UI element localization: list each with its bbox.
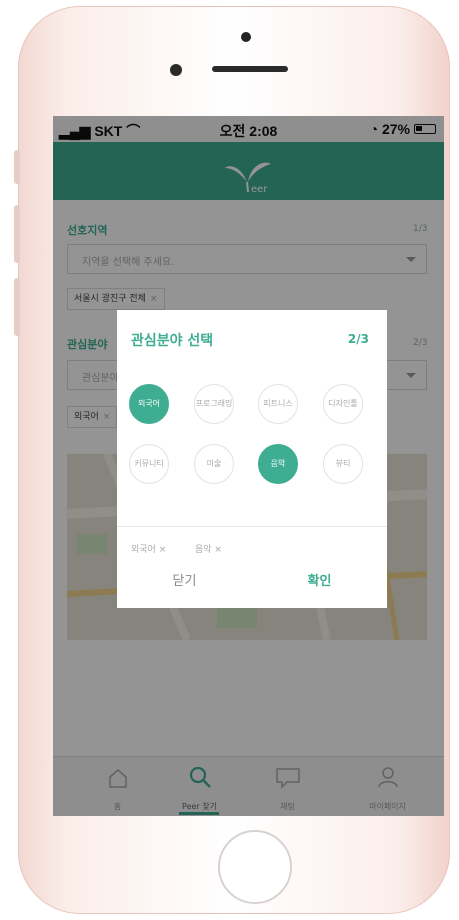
home-button[interactable]: [218, 830, 292, 904]
modal-title: 관심분야 선택: [131, 333, 214, 349]
interest-modal: 관심분야 선택 2/3 외국어 프로그래밍 피트니스 디자인툴 커뮤니티 미술 …: [117, 310, 387, 608]
earpiece-speaker: [212, 66, 288, 72]
option-6[interactable]: 음악: [258, 444, 298, 484]
option-4[interactable]: 커뮤니티: [129, 444, 169, 484]
confirm-button[interactable]: 확인: [252, 570, 387, 589]
selected-chip[interactable]: 음악 ×: [195, 542, 222, 555]
selected-chip[interactable]: 외국어 ×: [131, 542, 166, 555]
option-2[interactable]: 피트니스: [258, 384, 298, 424]
front-sensor: [241, 32, 251, 42]
close-button[interactable]: 닫기: [117, 570, 252, 589]
option-5[interactable]: 미술: [194, 444, 234, 484]
screen: ▂▄▆ SKT ⌒ 오전 2:08 ◔ 27% eer 선호지역 1/3 지역을…: [53, 116, 444, 816]
option-0[interactable]: 외국어: [129, 384, 169, 424]
side-button-volume-down: [14, 278, 20, 336]
side-button-silent: [14, 150, 20, 184]
option-7[interactable]: 뷰티: [323, 444, 363, 484]
side-button-volume-up: [14, 205, 20, 263]
modal-count: 2/3: [347, 332, 369, 346]
option-3[interactable]: 디자인툴: [323, 384, 363, 424]
modal-divider: [117, 526, 387, 527]
front-camera: [170, 64, 182, 76]
option-1[interactable]: 프로그래밍: [194, 384, 234, 424]
